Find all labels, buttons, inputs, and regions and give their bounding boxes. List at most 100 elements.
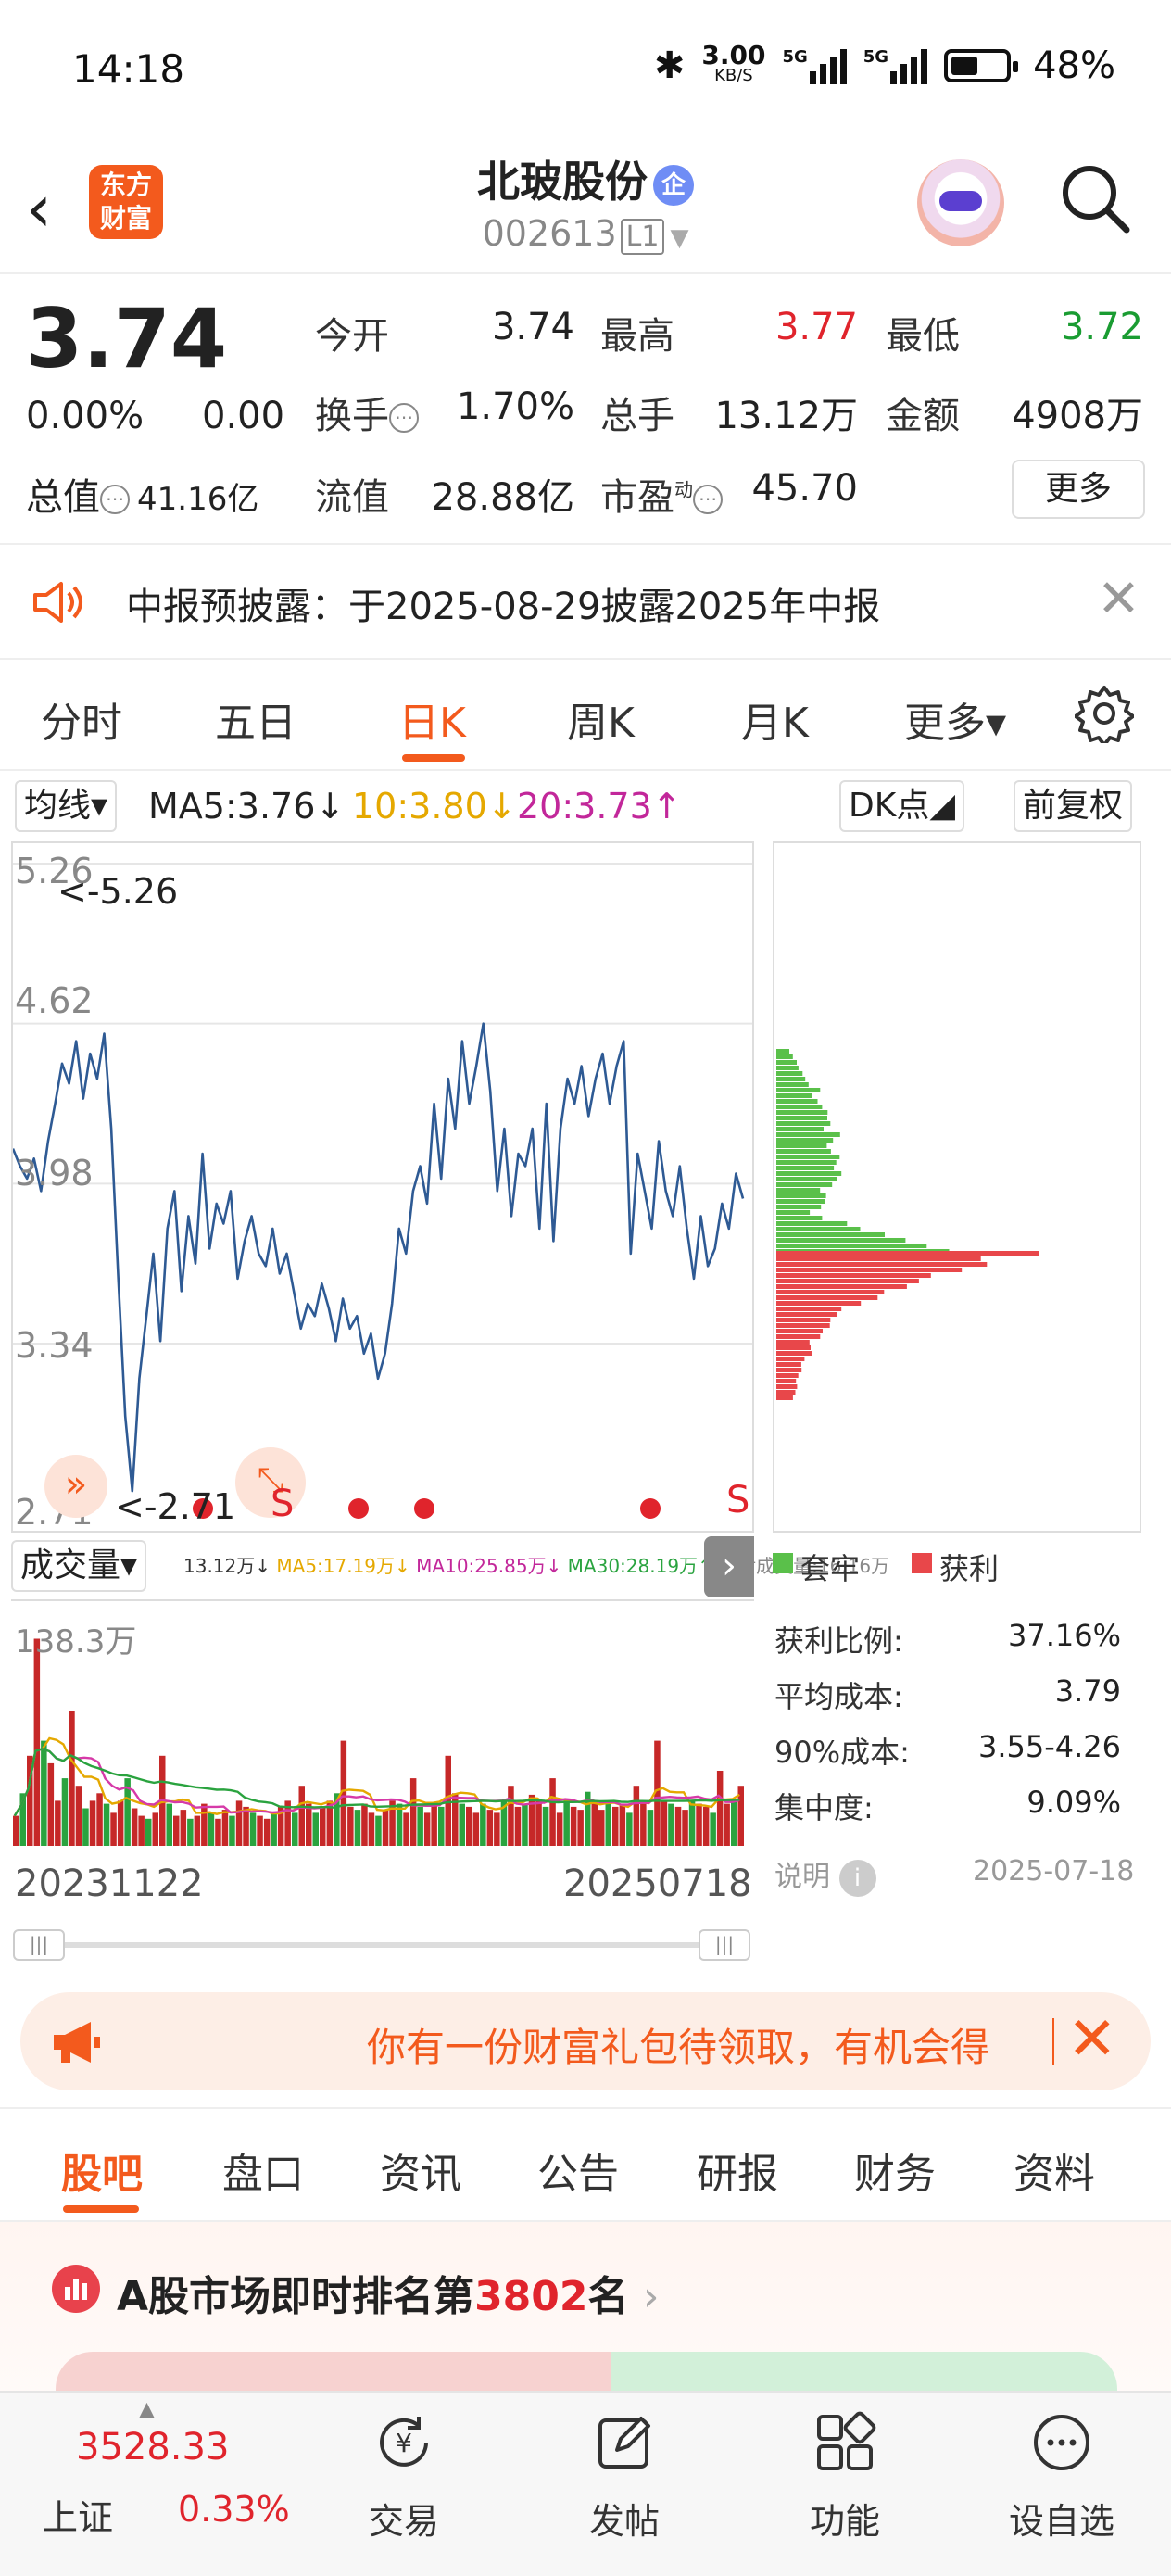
chip-bar [776,1160,837,1165]
volume-bar [76,1786,82,1846]
market-ranking[interactable]: A股市场即时排名第3802名 › [0,2222,1171,2391]
bar-chart-icon [52,2265,100,2313]
pe-label: 市盈动 ⋯ [600,467,723,521]
last-price: 3.74 [26,291,227,386]
ma-selector[interactable]: 均线▾ [15,780,117,832]
volume-bar [215,1819,221,1846]
volume-bar [264,1819,271,1846]
more-button[interactable]: 更多 [1012,460,1145,519]
open-label: 今开 [315,306,389,360]
chip-bar [776,1082,809,1087]
chip-bar [776,1093,812,1098]
range-scrubber[interactable]: ||| ||| [13,1926,750,1963]
robot-assistant-icon[interactable] [917,159,1004,246]
gear-icon[interactable] [1075,684,1134,743]
promo-banner[interactable]: 你有一份财富礼包待领取，有机会得 ✕ [20,1992,1151,2090]
price-adjust-selector[interactable]: 前复权 [1014,780,1132,832]
info-icon[interactable]: ⋯ [693,485,723,514]
profit-legend-swatch [912,1553,932,1573]
search-icon[interactable] [1058,161,1132,235]
tab-intraday[interactable]: 分时 [41,689,122,749]
index-value[interactable]: 3528.33 [76,2426,229,2469]
sell-signal: S [271,1483,294,1525]
close-icon[interactable]: ✕ [1067,2005,1117,2074]
tab-profile[interactable]: 资料 [1014,2140,1095,2200]
active-tab-indicator [402,754,465,762]
low-label: 最低 [886,306,960,360]
volume-bar [173,1816,180,1846]
enterprise-badge: 企 [653,165,694,206]
nav-post[interactable]: 发帖 [550,2409,699,2544]
volume-bar [201,1804,208,1846]
notice-bar[interactable]: 中报预披露：于2025-08-29披露2025年中报 ✕ [0,547,1171,660]
scrubber-track [41,1942,726,1948]
tab-forum[interactable]: 股吧 [61,2140,143,2200]
tab-weekly-k[interactable]: 周K [567,689,635,749]
chip-bar [776,1318,830,1322]
tab-monthly-k[interactable]: 月K [741,689,809,749]
chip-bar [776,1188,820,1193]
close-icon[interactable]: ✕ [1097,569,1140,629]
chip-bar [776,1099,818,1104]
index-change[interactable]: 0.33% [178,2489,290,2530]
volume-bar [431,1804,437,1846]
total-mv: 总值 ⋯ 41.16亿 [26,467,258,521]
nav-add-watchlist[interactable]: 设自选 [988,2409,1136,2544]
chip-bar [776,1171,841,1176]
volume-selector[interactable]: 成交量▾ [11,1540,146,1592]
info-icon[interactable]: ⋯ [100,485,130,514]
expand-left-icon[interactable]: » [44,1455,107,1518]
volume-bar [375,1816,382,1846]
volume-bar [661,1800,668,1846]
signal-dot [414,1498,434,1519]
chip-distribution-chart[interactable] [773,841,1141,1533]
scrubber-handle-right[interactable]: ||| [699,1929,750,1961]
chip-bar [776,1210,810,1215]
tab-five-day[interactable]: 五日 [215,689,296,749]
nav-functions[interactable]: 功能 [771,2409,919,2544]
scrubber-handle-left[interactable]: ||| [13,1929,65,1961]
chip-bar [776,1054,793,1059]
ranking-text: A股市场即时排名第3802名 › [117,2263,659,2322]
pe-value: 45.70 [741,467,858,510]
volume-chart[interactable]: 138.3万 [11,1599,754,1850]
chip-bar [776,1121,830,1126]
volume-bar [696,1804,702,1846]
volume-bar [438,1807,445,1846]
ma20-value: 20:3.73↑ [517,786,682,827]
nav-trade[interactable]: ¥ 交易 [330,2409,478,2544]
svg-text:¥: ¥ [396,2428,412,2458]
chip-bar [776,1244,926,1248]
dk-point-selector[interactable]: DK点◢ [839,780,964,832]
price-chart[interactable]: 5.26 4.62 3.98 3.34 2.71 <-5.26 <-2.71 »… [11,841,754,1533]
ranking-card-down[interactable] [611,2352,1117,2391]
signal-icon-2: 5G [863,47,927,84]
level-badge: L1 [621,219,665,255]
speaker-icon [30,575,85,630]
ranking-card-up[interactable] [56,2352,621,2391]
more-circle-icon [1028,2409,1095,2476]
tab-daily-k[interactable]: 日K [398,689,466,749]
index-name[interactable]: 上证 [43,2489,113,2540]
caret-up-icon: ▲ [139,2398,155,2421]
chip-bar [776,1351,812,1356]
expand-right-icon[interactable]: › [704,1536,754,1597]
notice-text: 中报预披露：于2025-08-29披露2025年中报 [126,576,880,630]
volume-bar [571,1807,577,1846]
chip-bar [776,1290,884,1294]
volume-bar [577,1810,584,1846]
tab-more[interactable]: 更多▾ [904,689,1006,749]
chip-bar [776,1071,802,1076]
tab-orderbook[interactable]: 盘口 [222,2140,304,2200]
volume-bar [620,1804,626,1846]
tab-announcements[interactable]: 公告 [537,2140,619,2200]
tab-financials[interactable]: 财务 [854,2140,936,2200]
tab-research[interactable]: 研报 [697,2140,778,2200]
explain-link[interactable]: 说明 i [774,1853,876,1897]
tab-news[interactable]: 资讯 [380,2140,461,2200]
volume-bar [535,1800,542,1846]
volume-bar [208,1812,215,1846]
volume-bar [195,1816,201,1846]
info-icon[interactable]: ⋯ [389,403,419,433]
dropdown-triangle-icon: ▼ [670,224,688,252]
